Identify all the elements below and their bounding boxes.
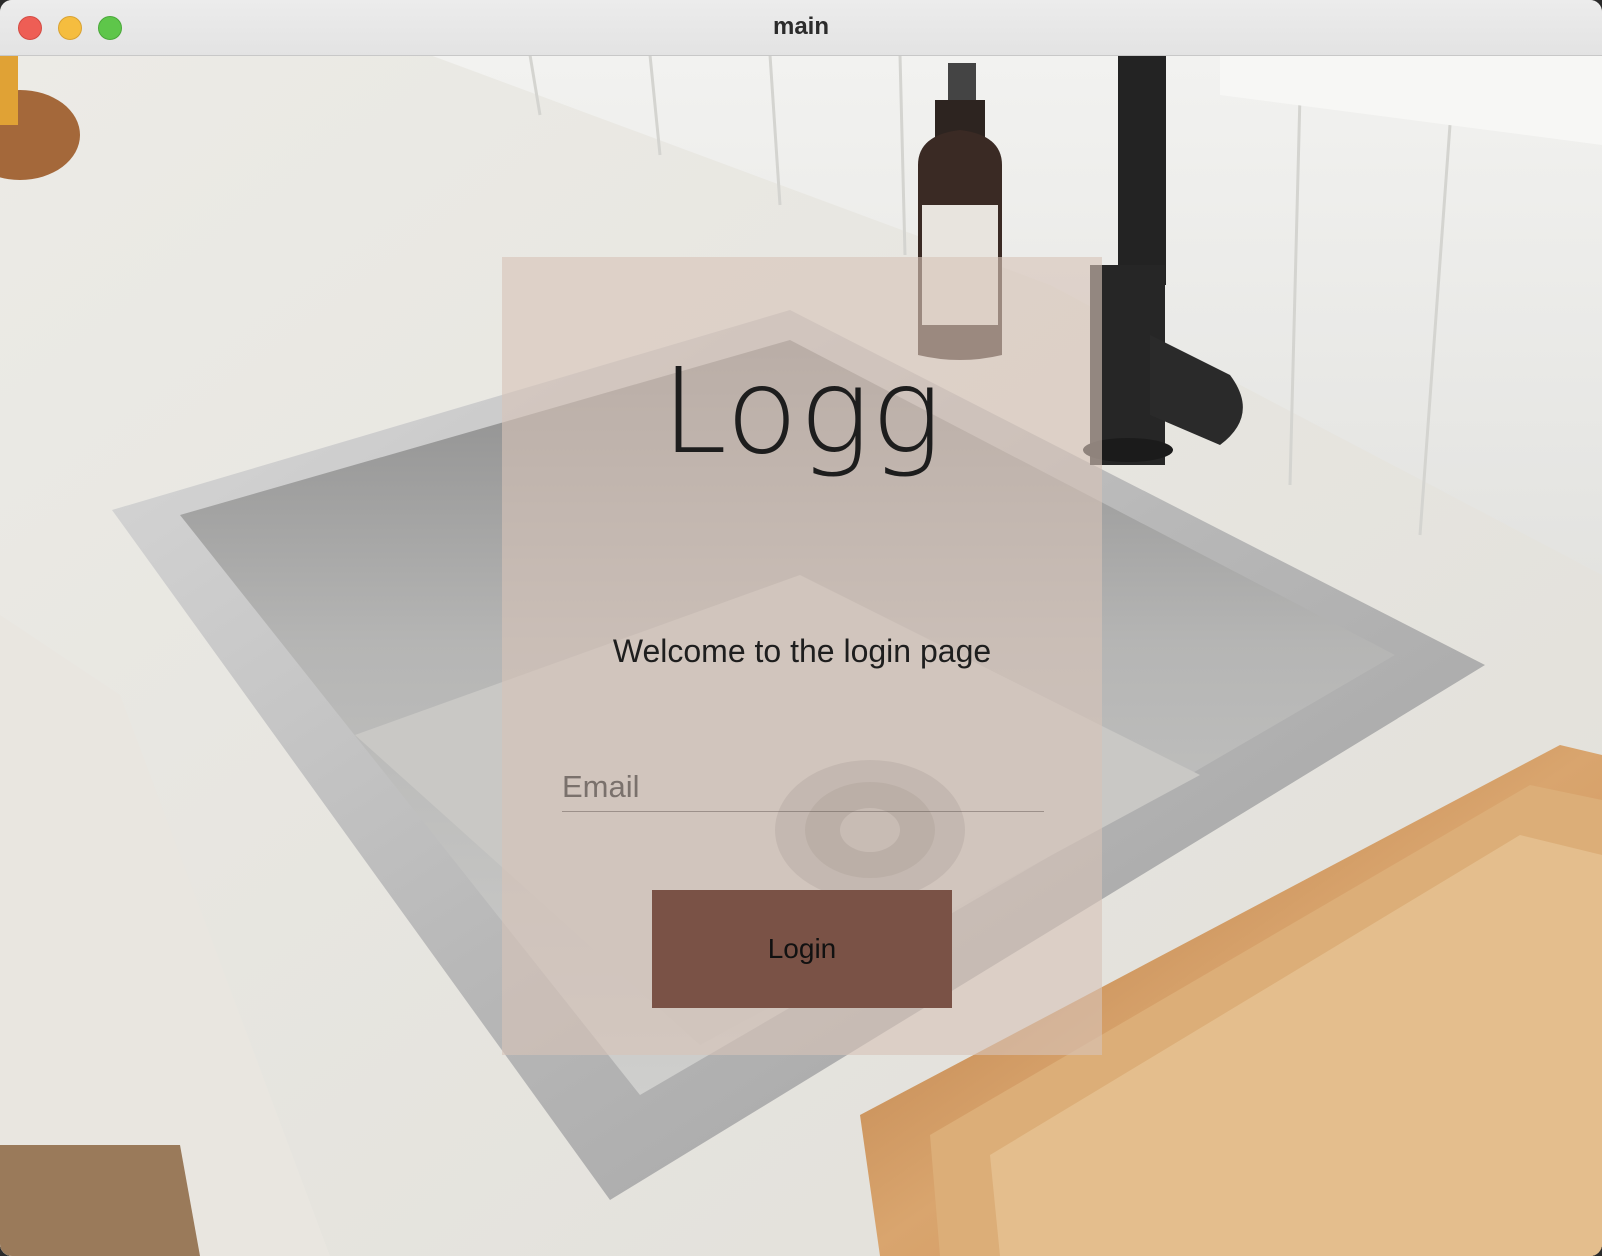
title-bar[interactable]: main [0, 0, 1602, 56]
welcome-text: Welcome to the login page [612, 633, 992, 669]
login-card: Logg Welcome to the login page Login [502, 257, 1102, 1055]
login-button[interactable]: Login [652, 890, 952, 1008]
email-field[interactable] [562, 763, 1044, 812]
app-window: main Logg Welcome to the login page Emai… [0, 0, 1602, 1256]
page-title: Logg [661, 342, 943, 480]
window-title: main [772, 13, 829, 40]
